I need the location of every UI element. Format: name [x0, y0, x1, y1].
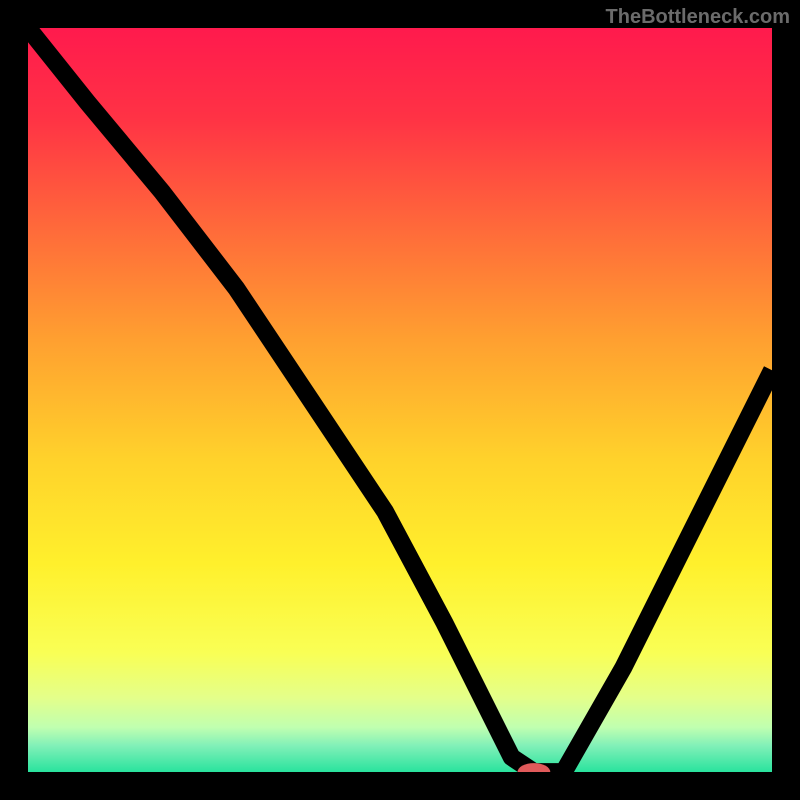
bottleneck-chart-svg	[28, 28, 772, 772]
plot-area	[28, 28, 772, 772]
chart-background	[28, 28, 772, 772]
watermark-label: TheBottleneck.com	[606, 6, 790, 29]
chart-root: TheBottleneck.com	[0, 0, 800, 800]
